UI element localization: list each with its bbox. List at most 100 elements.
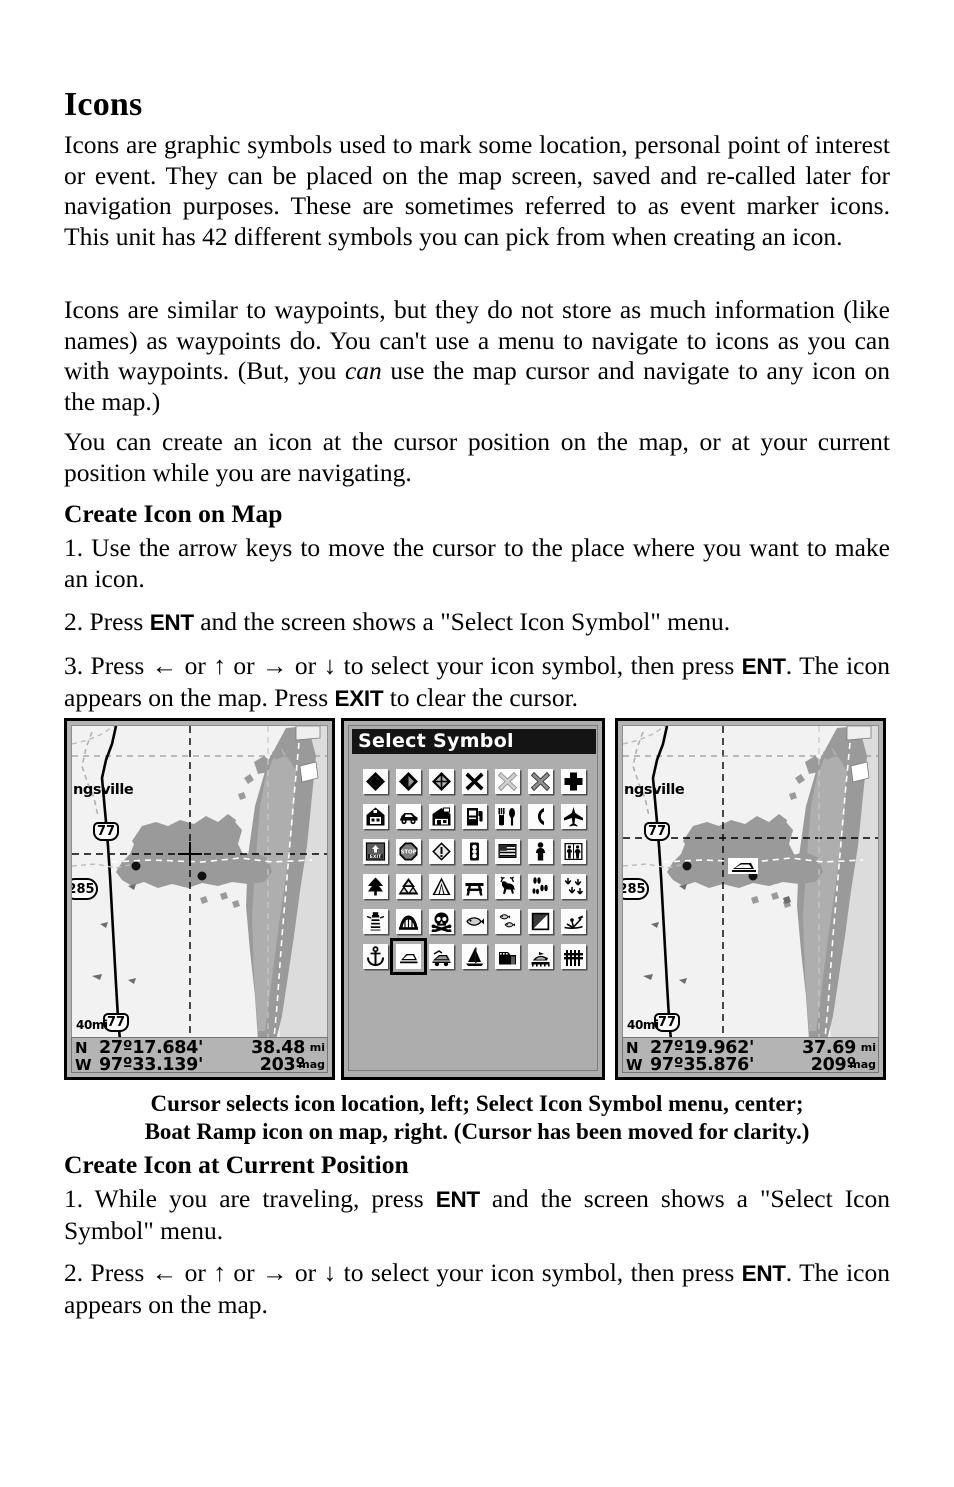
symbol-cell-lighthouse[interactable] [359,904,392,938]
symbol-cell-flag[interactable] [491,834,524,868]
bridge-icon [396,908,421,934]
data-bar-row-latitude: N 27º19.962' mi 37.69 [623,1038,878,1058]
symbol-cell-picnic-table[interactable] [458,869,491,903]
lighthouse-icon [363,908,388,934]
fish-small-icon [495,908,520,934]
key-ent: ENT [435,1187,480,1212]
symbol-cell-store[interactable] [425,799,458,833]
pier-icon [561,943,586,969]
symbol-cell-square-split[interactable] [524,904,557,938]
map-scale-label: 40mi [627,1018,659,1032]
figure-gps-screens: ngsville 77 285 77 40mi N 27º17.684' mi … [64,718,890,1080]
figure-caption-line-2: Boat Ramp icon on map, right. (Cursor ha… [144,1119,810,1144]
symbol-cell-fish-large[interactable] [458,904,491,938]
symbol-cell-waypoint-diamond-filled[interactable] [359,764,392,798]
symbol-cell-exit-sign[interactable]: EXIT [359,834,392,868]
symbol-cell-restaurant[interactable] [491,799,524,833]
restrooms-icon [561,838,586,864]
symbol-cell-cross-x-medium[interactable] [524,764,557,798]
symbol-cell-animal-tracks[interactable] [524,869,557,903]
symbol-cell-bridge[interactable] [392,904,425,938]
symbol-cell-cross-x-light[interactable] [491,764,524,798]
step3-text-c: to clear the cursor. [383,682,579,712]
bearing-value: 209º [810,1055,857,1075]
symbol-cell-telephone[interactable] [524,799,557,833]
key-ent: ENT [741,654,786,679]
symbol-cell-water-ski[interactable] [557,904,590,938]
symbol-cell-first-aid-cross[interactable] [557,764,590,798]
highway-shield-285: 285 [72,878,98,900]
symbol-cell-car[interactable] [392,799,425,833]
gps-data-bar-left: N 27º17.684' mi 38.48 W 97º33.139' mag 2… [71,1037,328,1075]
symbol-cell-restrooms[interactable] [557,834,590,868]
longitude-hemisphere: W [626,1056,643,1074]
sailboat-icon [462,943,487,969]
symbol-cell-mountains[interactable] [392,869,425,903]
symbol-cell-tree[interactable] [359,869,392,903]
bearing-value: 203º [259,1055,306,1075]
document-page: Icons Icons are graphic symbols used to … [64,0,890,1487]
first-aid-cross-icon [561,768,586,794]
symbol-cell-fish-small[interactable] [491,904,524,938]
svg-text:EXIT: EXIT [370,853,382,859]
symbol-cell-duck-tracks[interactable] [557,869,590,903]
fuel-pump-icon [462,803,487,829]
square-split-icon [528,908,553,934]
picnic-table-icon [462,873,487,899]
cross-x-medium-icon [528,768,553,794]
symbol-cell-anchor[interactable] [359,939,392,973]
map-graphic-left [72,726,327,1040]
latitude-hemisphere: N [626,1039,639,1057]
symbol-cell-danger-skull[interactable] [425,904,458,938]
step2-text-b: and the screen shows a "Select Icon Symb… [193,607,731,636]
symbol-cell-caution-sign[interactable] [425,834,458,868]
step-3-create-on-map: 3. Press ← or ↑ or → or ↓ to select your… [64,651,890,714]
car-icon [396,803,421,829]
gps-screen-center: Select Symbol EXIT STOP [341,718,605,1080]
symbol-cell-marina[interactable] [524,939,557,973]
step-2-create-at-position: 2. Press ← or ↑ or → or ↓ to select your… [64,1258,890,1320]
marina-icon [528,943,553,969]
symbol-cell-cross-x-bold[interactable] [458,764,491,798]
intro-paragraph-1: Icons are graphic symbols used to mark s… [64,130,890,251]
symbol-grid[interactable]: EXIT STOP [359,764,591,975]
symbol-cell-pier[interactable] [557,939,590,973]
house-icon [363,803,388,829]
stop-sign-icon: STOP [396,838,421,864]
waypoint-diamond-outline-icon [429,768,454,794]
step-1-create-at-position: 1. While you are traveling, press ENT an… [64,1184,890,1246]
boat-trailer-icon [429,943,454,969]
longitude-value: 97º33.139' [99,1055,204,1075]
para2-emphasis: can [344,356,382,386]
step3-text-a: 3. Press ← or ↑ or → or ↓ to select your… [64,651,742,680]
symbol-cell-house[interactable] [359,799,392,833]
dam-icon [495,943,520,969]
key-ent: ENT [741,1261,786,1286]
cross-x-light-icon [495,768,520,794]
symbol-cell-stop-sign[interactable]: STOP [392,834,425,868]
symbol-cell-airport[interactable] [557,799,590,833]
symbol-cell-tent[interactable] [425,869,458,903]
symbol-cell-traffic-light[interactable] [458,834,491,868]
select-symbol-title: Select Symbol [352,729,596,754]
symbol-cell-fuel-pump[interactable] [458,799,491,833]
cpstep1-text-a: 1. While you are traveling, press [64,1184,436,1213]
step-1-create-on-map: 1. Use the arrow keys to move the cursor… [64,533,890,593]
symbol-cell-waypoint-diamond-outline[interactable] [425,764,458,798]
symbol-cell-boat-ramp[interactable] [390,937,427,975]
symbol-cell-person[interactable] [524,834,557,868]
symbol-cell-dam[interactable] [491,939,524,973]
key-exit: EXIT [334,685,384,711]
symbol-cell-deer[interactable] [491,869,524,903]
symbol-cell-waypoint-diamond-half[interactable] [392,764,425,798]
symbol-cell-boat-trailer[interactable] [425,939,458,973]
step2-text-a: 2. Press [64,607,150,636]
latitude-hemisphere: N [75,1039,88,1057]
symbol-cell-sailboat[interactable] [458,939,491,973]
person-icon [528,838,553,864]
anchor-icon [363,943,388,969]
boat-ramp-map-icon [728,858,758,874]
distance-unit: mi [860,1041,876,1054]
mountains-icon [396,873,421,899]
cpstep2-text-a: 2. Press ← or ↑ or → or ↓ to select your… [64,1258,742,1287]
